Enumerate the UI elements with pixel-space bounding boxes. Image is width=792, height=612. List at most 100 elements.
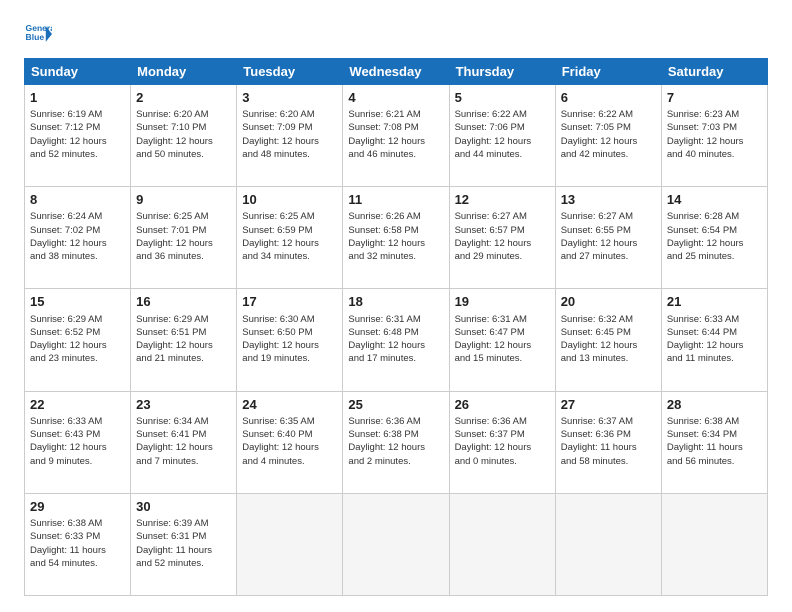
day-info-line: Sunrise: 6:23 AM — [667, 108, 762, 121]
day-info-line: Sunrise: 6:27 AM — [455, 210, 550, 223]
calendar-cell: 9Sunrise: 6:25 AMSunset: 7:01 PMDaylight… — [131, 187, 237, 289]
calendar-cell — [555, 493, 661, 595]
day-number: 13 — [561, 191, 656, 209]
header-friday: Friday — [555, 59, 661, 85]
day-info-line: Sunset: 7:05 PM — [561, 121, 656, 134]
day-number: 28 — [667, 396, 762, 414]
page: General Blue Sunday Monday Tuesday Wedne… — [0, 0, 792, 612]
day-info-line: Sunrise: 6:37 AM — [561, 415, 656, 428]
day-info-line: Sunrise: 6:24 AM — [30, 210, 125, 223]
day-number: 16 — [136, 293, 231, 311]
day-number: 4 — [348, 89, 443, 107]
calendar-cell: 28Sunrise: 6:38 AMSunset: 6:34 PMDayligh… — [661, 391, 767, 493]
calendar-week-row: 1Sunrise: 6:19 AMSunset: 7:12 PMDaylight… — [25, 85, 768, 187]
day-info-line: Sunset: 6:36 PM — [561, 428, 656, 441]
day-info-line: and 7 minutes. — [136, 455, 231, 468]
day-info-line: Daylight: 12 hours — [242, 237, 337, 250]
calendar-cell: 8Sunrise: 6:24 AMSunset: 7:02 PMDaylight… — [25, 187, 131, 289]
day-number: 6 — [561, 89, 656, 107]
day-info-line: Daylight: 12 hours — [242, 135, 337, 148]
day-number: 15 — [30, 293, 125, 311]
day-number: 26 — [455, 396, 550, 414]
day-info-line: Daylight: 12 hours — [136, 237, 231, 250]
day-info-line: Sunrise: 6:20 AM — [136, 108, 231, 121]
calendar-cell: 19Sunrise: 6:31 AMSunset: 6:47 PMDayligh… — [449, 289, 555, 391]
day-info-line: Sunrise: 6:31 AM — [455, 313, 550, 326]
day-info-line: and 15 minutes. — [455, 352, 550, 365]
header-monday: Monday — [131, 59, 237, 85]
calendar-cell: 29Sunrise: 6:38 AMSunset: 6:33 PMDayligh… — [25, 493, 131, 595]
day-info-line: Sunset: 6:50 PM — [242, 326, 337, 339]
day-info-line: and 48 minutes. — [242, 148, 337, 161]
day-info-line: and 13 minutes. — [561, 352, 656, 365]
day-info-line: Sunset: 6:33 PM — [30, 530, 125, 543]
day-info-line: and 23 minutes. — [30, 352, 125, 365]
day-info-line: Sunset: 6:44 PM — [667, 326, 762, 339]
day-info-line: Daylight: 12 hours — [455, 135, 550, 148]
day-info-line: Daylight: 12 hours — [561, 135, 656, 148]
day-info-line: Sunrise: 6:36 AM — [455, 415, 550, 428]
day-info-line: Daylight: 12 hours — [667, 237, 762, 250]
header-wednesday: Wednesday — [343, 59, 449, 85]
day-info-line: and 54 minutes. — [30, 557, 125, 570]
weekday-header-row: Sunday Monday Tuesday Wednesday Thursday… — [25, 59, 768, 85]
day-info-line: Daylight: 12 hours — [455, 441, 550, 454]
day-info-line: and 38 minutes. — [30, 250, 125, 263]
calendar-week-row: 8Sunrise: 6:24 AMSunset: 7:02 PMDaylight… — [25, 187, 768, 289]
day-number: 23 — [136, 396, 231, 414]
day-info-line: Sunrise: 6:26 AM — [348, 210, 443, 223]
calendar-cell: 12Sunrise: 6:27 AMSunset: 6:57 PMDayligh… — [449, 187, 555, 289]
day-info-line: Daylight: 12 hours — [561, 339, 656, 352]
day-info-line: and 21 minutes. — [136, 352, 231, 365]
day-info-line: Sunset: 6:54 PM — [667, 224, 762, 237]
day-info-line: Sunset: 6:47 PM — [455, 326, 550, 339]
day-info-line: Sunset: 7:08 PM — [348, 121, 443, 134]
calendar-cell: 27Sunrise: 6:37 AMSunset: 6:36 PMDayligh… — [555, 391, 661, 493]
day-info-line: Sunrise: 6:22 AM — [455, 108, 550, 121]
day-info-line: Sunset: 6:40 PM — [242, 428, 337, 441]
calendar-cell: 24Sunrise: 6:35 AMSunset: 6:40 PMDayligh… — [237, 391, 343, 493]
day-info-line: Sunrise: 6:39 AM — [136, 517, 231, 530]
calendar-cell: 15Sunrise: 6:29 AMSunset: 6:52 PMDayligh… — [25, 289, 131, 391]
day-info-line: Sunset: 7:12 PM — [30, 121, 125, 134]
day-number: 2 — [136, 89, 231, 107]
day-info-line: and 2 minutes. — [348, 455, 443, 468]
day-number: 25 — [348, 396, 443, 414]
day-info-line: and 42 minutes. — [561, 148, 656, 161]
day-info-line: Sunrise: 6:29 AM — [30, 313, 125, 326]
day-info-line: Sunset: 6:31 PM — [136, 530, 231, 543]
day-number: 3 — [242, 89, 337, 107]
day-info-line: Daylight: 12 hours — [667, 339, 762, 352]
calendar-week-row: 22Sunrise: 6:33 AMSunset: 6:43 PMDayligh… — [25, 391, 768, 493]
day-info-line: and 25 minutes. — [667, 250, 762, 263]
day-number: 12 — [455, 191, 550, 209]
day-info-line: Sunset: 6:51 PM — [136, 326, 231, 339]
header-sunday: Sunday — [25, 59, 131, 85]
day-info-line: and 29 minutes. — [455, 250, 550, 263]
day-info-line: Sunset: 7:09 PM — [242, 121, 337, 134]
day-info-line: Sunset: 6:59 PM — [242, 224, 337, 237]
day-info-line: Sunrise: 6:25 AM — [136, 210, 231, 223]
calendar-cell: 3Sunrise: 6:20 AMSunset: 7:09 PMDaylight… — [237, 85, 343, 187]
calendar-cell: 22Sunrise: 6:33 AMSunset: 6:43 PMDayligh… — [25, 391, 131, 493]
calendar-cell: 14Sunrise: 6:28 AMSunset: 6:54 PMDayligh… — [661, 187, 767, 289]
calendar-cell — [343, 493, 449, 595]
calendar-cell: 2Sunrise: 6:20 AMSunset: 7:10 PMDaylight… — [131, 85, 237, 187]
calendar-cell: 21Sunrise: 6:33 AMSunset: 6:44 PMDayligh… — [661, 289, 767, 391]
calendar-week-row: 29Sunrise: 6:38 AMSunset: 6:33 PMDayligh… — [25, 493, 768, 595]
day-info-line: Sunset: 6:52 PM — [30, 326, 125, 339]
day-info-line: and 32 minutes. — [348, 250, 443, 263]
day-number: 5 — [455, 89, 550, 107]
calendar: Sunday Monday Tuesday Wednesday Thursday… — [24, 58, 768, 596]
day-info-line: Sunset: 6:45 PM — [561, 326, 656, 339]
header-thursday: Thursday — [449, 59, 555, 85]
logo: General Blue — [24, 20, 52, 48]
day-info-line: Sunset: 7:03 PM — [667, 121, 762, 134]
day-info-line: Sunrise: 6:25 AM — [242, 210, 337, 223]
day-number: 20 — [561, 293, 656, 311]
day-info-line: Daylight: 12 hours — [348, 135, 443, 148]
day-info-line: and 36 minutes. — [136, 250, 231, 263]
day-info-line: Sunrise: 6:20 AM — [242, 108, 337, 121]
day-info-line: Sunrise: 6:33 AM — [667, 313, 762, 326]
day-info-line: Daylight: 12 hours — [30, 135, 125, 148]
